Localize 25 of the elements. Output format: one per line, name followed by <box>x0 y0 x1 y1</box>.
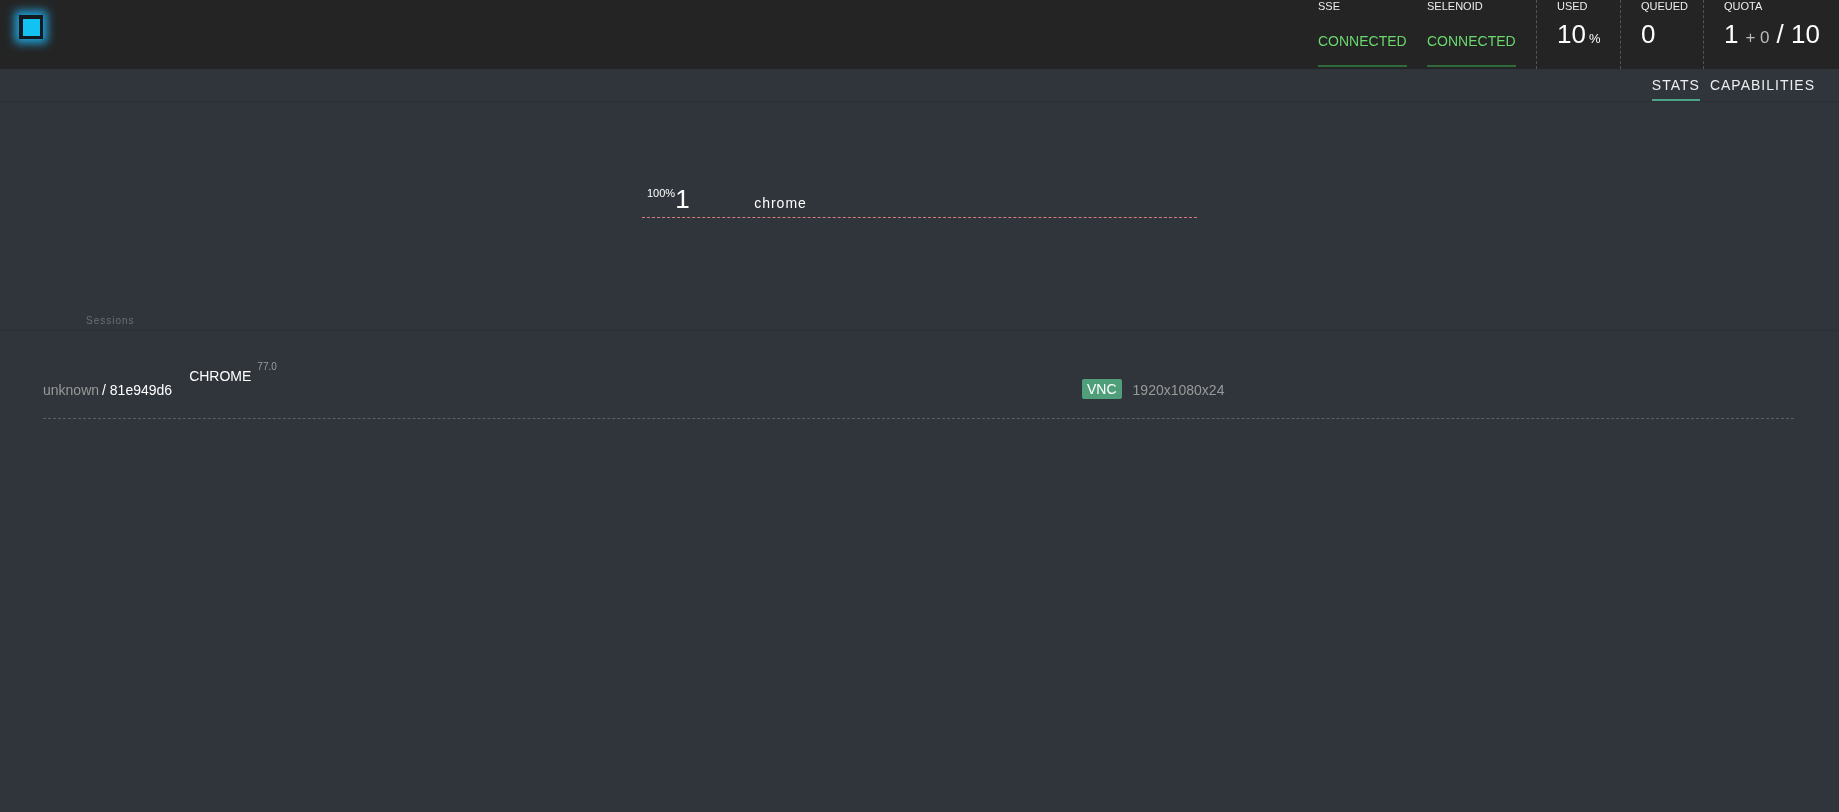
connection-status: CONNECTED <box>1427 33 1516 67</box>
status-label: SELENOID <box>1427 0 1484 12</box>
quota-pending: + 0 <box>1745 28 1770 48</box>
queued-label: QUEUED <box>1641 0 1690 12</box>
tab[interactable]: STATS <box>1651 69 1700 101</box>
used-label: USED <box>1557 0 1589 12</box>
browser-name: chrome <box>754 195 807 211</box>
session-browser: CHROME <box>189 368 252 384</box>
connection-status: CONNECTED <box>1318 33 1407 67</box>
quota-used: 1 <box>1724 19 1739 50</box>
session-user: unknown <box>43 382 100 398</box>
browser-count: 1 <box>675 184 691 215</box>
logo-icon <box>19 15 43 39</box>
status-label: SSE <box>1318 0 1341 12</box>
quota-label: QUOTA <box>1724 0 1764 12</box>
browser-version: 77.0 <box>257 361 277 372</box>
quota-total: / 10 <box>1776 19 1820 50</box>
screen-resolution: 1920x1080x24 <box>1132 382 1225 398</box>
tab[interactable]: CAPABILITIES <box>1709 69 1815 101</box>
percent-unit: % <box>1588 31 1601 46</box>
session-id[interactable]: / 81e949d6 <box>102 382 173 398</box>
queued-value: 0 <box>1641 19 1656 50</box>
sessions-heading: Sessions <box>86 315 135 326</box>
browser-percent: 100% <box>647 187 676 199</box>
used-value: 10 <box>1557 19 1586 50</box>
